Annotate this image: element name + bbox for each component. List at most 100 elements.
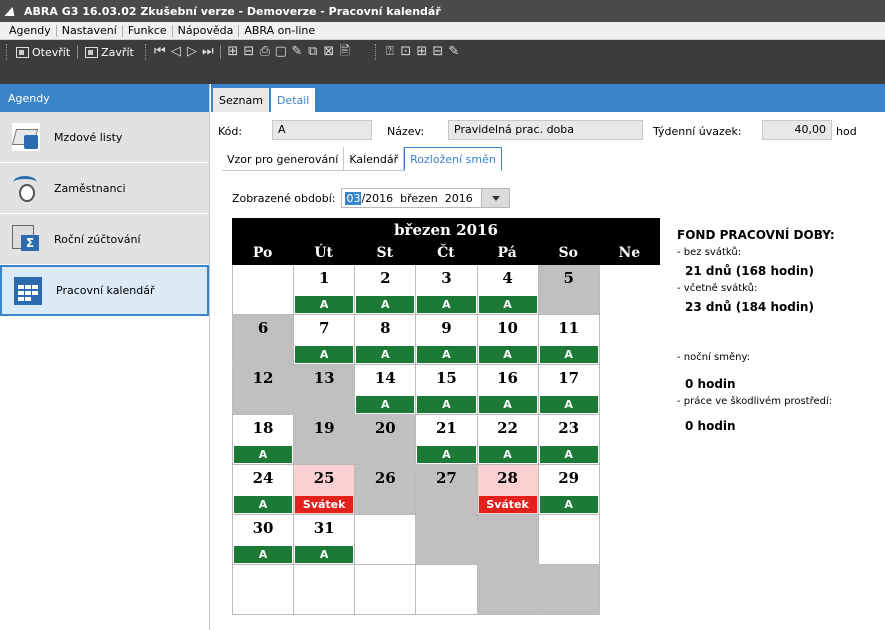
toolbar-separator <box>77 45 79 59</box>
name-field[interactable]: Pravidelná prac. doba <box>448 120 643 140</box>
previous-record-icon[interactable]: ◁ <box>168 44 184 60</box>
weekday-label: Pá <box>497 245 517 261</box>
calendar-day-cell[interactable]: 9A <box>416 315 478 365</box>
day-number: 30 <box>252 519 274 537</box>
tab-vzor-pro-generovani[interactable]: Vzor pro generování <box>222 147 345 171</box>
calendar-day-cell[interactable] <box>233 565 295 615</box>
day-number: 3 <box>441 269 452 287</box>
shift-badge: A <box>478 446 537 463</box>
calendar-day-cell[interactable]: 26 <box>355 465 417 515</box>
calendar-day-cell[interactable]: 25 Svátek <box>294 465 356 515</box>
toolbar-grip[interactable] <box>6 44 9 60</box>
calendar-day-cell[interactable]: 28 Svátek <box>477 465 539 515</box>
tab-rozlozeni-smen[interactable]: Rozložení směn <box>404 147 502 171</box>
toolbar-grip[interactable] <box>144 44 148 60</box>
copy-record-icon[interactable]: ⊟ <box>241 44 257 60</box>
calendar-day-cell[interactable]: 6 <box>233 315 295 365</box>
export-icon[interactable]: ⊟ <box>430 44 446 60</box>
calendar-day-cell[interactable]: 18 A <box>233 415 295 465</box>
calendar-icon <box>14 276 42 305</box>
calendar-day-cell[interactable] <box>294 565 356 615</box>
help-icon[interactable]: ⍰ <box>382 44 398 60</box>
calendar-day-cell[interactable] <box>416 565 478 615</box>
calendar-day-cell[interactable] <box>538 515 600 565</box>
calendar-day-cell[interactable]: 8A <box>355 315 417 365</box>
period-dropdown[interactable]: 03 /2016 březen 2016 <box>341 188 510 208</box>
calendar-day-cell[interactable]: 27 <box>416 465 478 515</box>
calendar-day-cell[interactable] <box>416 515 478 565</box>
sidebar-item-label: Zaměstnanci <box>54 181 126 195</box>
menu-napoveda[interactable]: Nápověda <box>173 24 240 37</box>
shift-badge: A <box>356 396 415 413</box>
menu-agendy[interactable]: Agendy <box>4 24 57 37</box>
calendar-day-cell[interactable]: 5 <box>538 265 600 315</box>
fund-with-holidays-label: - včetně svátků: <box>677 283 758 294</box>
calendar-day-cell[interactable] <box>355 565 417 615</box>
settings-edit-icon[interactable]: ✎ <box>446 44 462 60</box>
calendar-day-cell[interactable] <box>355 515 417 565</box>
menu-funkce[interactable]: Funkce <box>123 24 173 37</box>
calendar-day-cell[interactable]: 4A <box>477 265 539 315</box>
calendar-day-cell[interactable]: 17 A <box>538 365 600 415</box>
calendar-day-cell[interactable]: 23 A <box>538 415 600 465</box>
sidebar-item-zamestnanci[interactable]: Zaměstnanci <box>0 163 209 214</box>
new-record-icon[interactable]: ⊞ <box>225 44 241 60</box>
next-record-icon[interactable]: ▷ <box>184 44 200 60</box>
tab-detail[interactable]: Detail <box>270 88 316 112</box>
close-button[interactable]: Zavřít <box>82 44 137 60</box>
calendar-day-cell[interactable] <box>233 265 295 315</box>
calendar-day-cell[interactable]: 24 A <box>233 465 295 515</box>
open-button[interactable]: Otevřít <box>13 44 73 60</box>
period-month-selected: 03 <box>345 191 362 205</box>
calendar-day-cell[interactable] <box>538 565 600 615</box>
sidebar-item-rocni-zuctovani[interactable]: Roční zúčtování <box>0 214 209 265</box>
calendar-day-cell[interactable]: 30 A <box>233 515 295 565</box>
delete-icon[interactable]: ⊠ <box>321 44 337 60</box>
tab-kalendar[interactable]: Kalendář <box>344 147 405 171</box>
toolbar-grip[interactable] <box>374 44 378 60</box>
shift-badge: A <box>417 346 476 363</box>
first-record-icon[interactable]: ⏮ <box>152 44 168 60</box>
code-field[interactable]: A <box>272 120 372 140</box>
calendar-day-cell[interactable]: 7A <box>294 315 356 365</box>
calendar-day-cell[interactable]: 11 A <box>538 315 600 365</box>
calendar-day-cell[interactable] <box>477 565 539 615</box>
grid-icon[interactable]: ⊞ <box>414 44 430 60</box>
weekday-label: Út <box>314 245 334 261</box>
weekday-label: So <box>558 245 578 261</box>
calendar-day-cell[interactable]: 22 A <box>477 415 539 465</box>
print-icon[interactable]: ⎙ <box>257 44 273 60</box>
shift-badge: A <box>234 496 293 513</box>
edit-icon[interactable]: ✎ <box>289 44 305 60</box>
calendar-day-cell[interactable]: 16 A <box>477 365 539 415</box>
shift-badge: A <box>295 546 354 563</box>
calendar-day-cell[interactable]: 29 A <box>538 465 600 515</box>
calendar-day-cell[interactable]: 21 A <box>416 415 478 465</box>
duplicate-icon[interactable]: ⧉ <box>305 44 321 60</box>
calendar-day-cell[interactable]: 31 A <box>294 515 356 565</box>
sidebar-item-mzdove-listy[interactable]: Mzdové listy <box>0 112 209 163</box>
calendar-day-cell[interactable]: 2A <box>355 265 417 315</box>
calendar-day-cell[interactable]: 20 <box>355 415 417 465</box>
calendar-day-cell[interactable]: 3A <box>416 265 478 315</box>
calendar-day-cell[interactable]: 10 A <box>477 315 539 365</box>
calendar-day-cell[interactable]: 14 A <box>355 365 417 415</box>
weekly-hours-field[interactable]: 40,00 <box>762 120 832 140</box>
calendar-day-cell[interactable]: 12 <box>233 365 295 415</box>
filter-icon[interactable]: ⊡ <box>398 44 414 60</box>
chevron-down-icon[interactable] <box>480 189 509 207</box>
menu-nastaveni[interactable]: Nastavení <box>57 24 123 37</box>
calendar-day-cell[interactable]: 1A <box>294 265 356 315</box>
calendar-day-cell[interactable]: 13 <box>294 365 356 415</box>
document-icon[interactable]: 🖹 <box>337 44 353 60</box>
calendar-day-cell[interactable]: 19 <box>294 415 356 465</box>
calendar-day-cell[interactable]: 15 A <box>416 365 478 415</box>
sidebar-item-pracovni-kalendar[interactable]: Pracovní kalendář <box>0 265 209 316</box>
calendar-day-cell[interactable] <box>477 515 539 565</box>
open-icon <box>16 46 29 58</box>
last-record-icon[interactable]: ⏭ <box>200 44 216 60</box>
blank-icon[interactable]: ▢ <box>273 44 289 60</box>
menu-abra-online[interactable]: ABRA on-line <box>239 24 320 37</box>
day-number: 26 <box>374 469 396 487</box>
tab-seznam[interactable]: Seznam <box>213 88 269 112</box>
